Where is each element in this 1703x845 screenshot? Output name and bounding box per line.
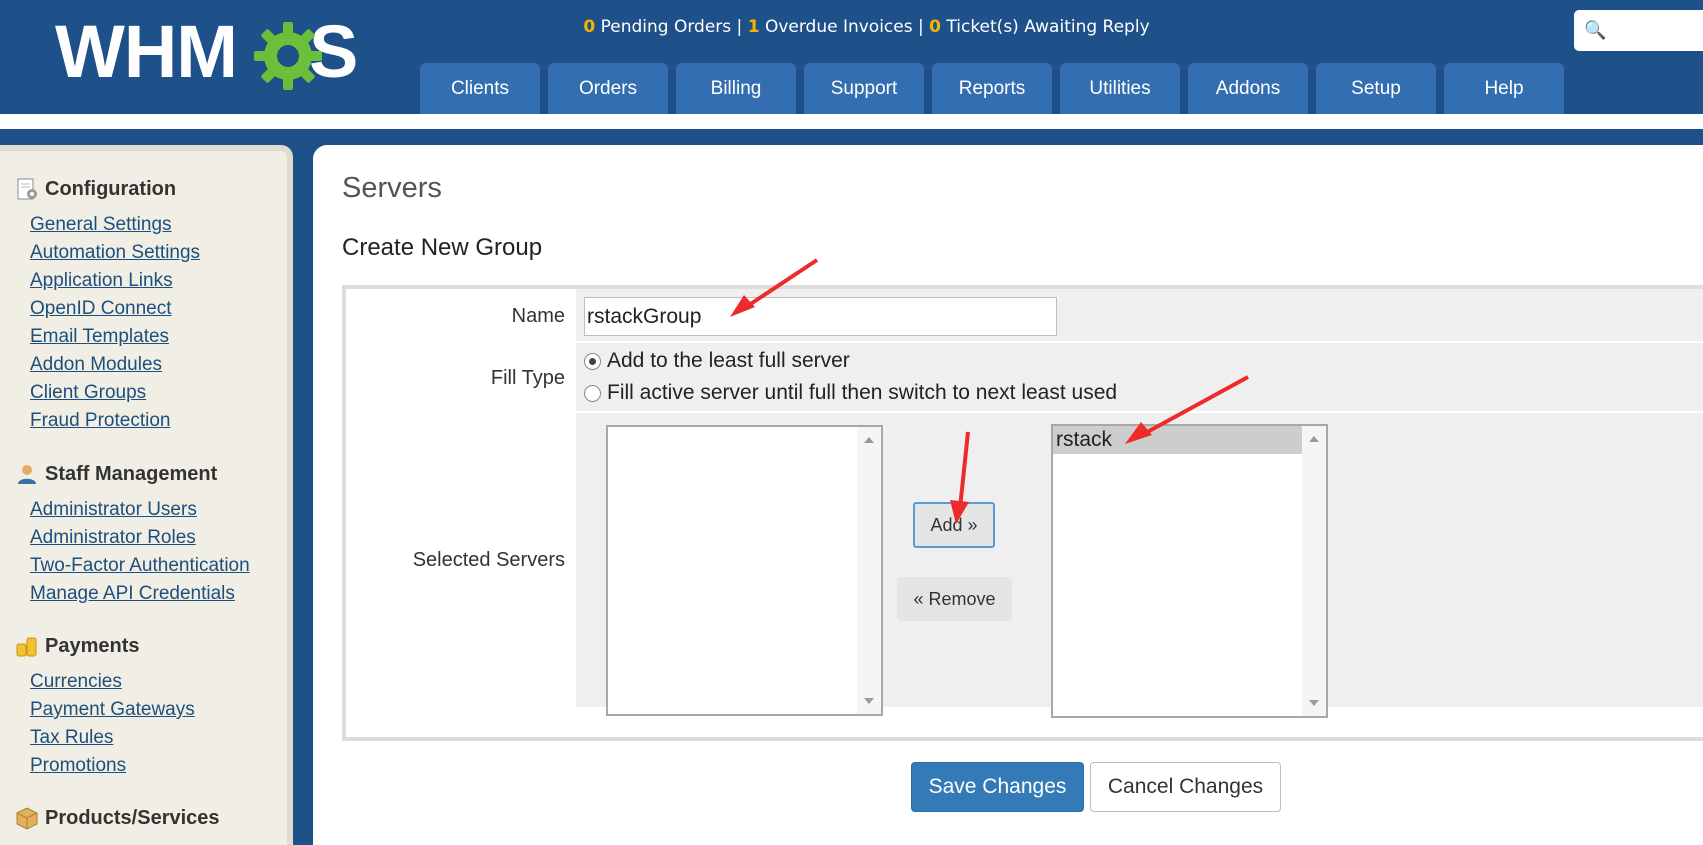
sidebar-section-staff: Staff Management Administrator Users Adm… bbox=[15, 462, 250, 608]
scroll-up-icon[interactable] bbox=[864, 437, 874, 443]
sidebar-section-products: Products/Services bbox=[15, 806, 220, 830]
nav-tab-utilities[interactable]: Utilities bbox=[1060, 63, 1180, 114]
sidebar-heading: Configuration bbox=[45, 177, 177, 200]
search-icon: 🔍 bbox=[1584, 20, 1607, 41]
form-row-selected-servers: Selected Servers Add » « Remove rstack bbox=[346, 413, 1703, 718]
sidebar-link-addon-modules[interactable]: Addon Modules bbox=[30, 351, 200, 379]
add-server-button[interactable]: Add » bbox=[913, 502, 995, 548]
sidebar-link-two-factor-auth[interactable]: Two-Factor Authentication bbox=[30, 552, 250, 580]
sidebar-link-general-settings[interactable]: General Settings bbox=[30, 211, 200, 239]
pending-orders-link[interactable]: Pending Orders bbox=[601, 17, 732, 37]
name-label: Name bbox=[511, 305, 565, 327]
top-header: WHM S 0 Pending Orders | 1 Overdue Invoic… bbox=[0, 0, 1703, 114]
sidebar-link-administrator-roles[interactable]: Administrator Roles bbox=[30, 524, 250, 552]
available-servers-list[interactable] bbox=[606, 425, 883, 716]
search-input[interactable]: 🔍 bbox=[1574, 10, 1703, 51]
page-title: Servers bbox=[342, 172, 442, 204]
status-separator: | bbox=[736, 17, 743, 37]
sidebar-link-application-links[interactable]: Application Links bbox=[30, 267, 200, 295]
header-divider bbox=[0, 114, 1703, 129]
pending-orders-count[interactable]: 0 bbox=[583, 17, 595, 37]
sidebar-link-email-templates[interactable]: Email Templates bbox=[30, 323, 200, 351]
box-icon bbox=[16, 807, 38, 830]
form-row-fill-type: Fill Type Add to the least full server F… bbox=[346, 343, 1703, 413]
remove-server-button[interactable]: « Remove bbox=[897, 577, 1012, 621]
sidebar-link-promotions[interactable]: Promotions bbox=[30, 752, 195, 780]
scrollbar[interactable] bbox=[857, 427, 881, 714]
fill-option-label: Fill active server until full then switc… bbox=[607, 381, 1118, 404]
sidebar-link-openid-connect[interactable]: OpenID Connect bbox=[30, 295, 200, 323]
sidebar-link-api-credentials[interactable]: Manage API Credentials bbox=[30, 580, 250, 608]
coins-icon bbox=[16, 637, 37, 657]
main-content: Servers Create New Group Name rstackGrou… bbox=[313, 145, 1703, 845]
sidebar-link-currencies[interactable]: Currencies bbox=[30, 668, 195, 696]
radio-button[interactable] bbox=[584, 384, 601, 402]
sidebar-heading: Staff Management bbox=[45, 462, 218, 485]
cancel-changes-button[interactable]: Cancel Changes bbox=[1090, 762, 1281, 812]
nav-tab-reports[interactable]: Reports bbox=[932, 63, 1052, 114]
sidebar: Configuration General Settings Automatio… bbox=[0, 145, 293, 845]
fill-type-label: Fill Type bbox=[490, 367, 565, 389]
nav-tab-support[interactable]: Support bbox=[804, 63, 924, 114]
nav-tab-addons[interactable]: Addons bbox=[1188, 63, 1308, 114]
scroll-up-icon[interactable] bbox=[1309, 436, 1319, 442]
radio-button-checked[interactable] bbox=[584, 352, 601, 370]
form-row-name: Name rstackGroup bbox=[346, 289, 1703, 343]
status-summary: 0 Pending Orders | 1 Overdue Invoices | … bbox=[0, 17, 1703, 37]
sidebar-link-fraud-protection[interactable]: Fraud Protection bbox=[30, 407, 200, 435]
sidebar-link-payment-gateways[interactable]: Payment Gateways bbox=[30, 696, 195, 724]
staff-icon bbox=[18, 465, 36, 484]
nav-tab-billing[interactable]: Billing bbox=[676, 63, 796, 114]
create-group-form: Name rstackGroup Fill Type Add to the le… bbox=[342, 285, 1703, 741]
sidebar-heading: Payments bbox=[45, 634, 140, 657]
scroll-down-icon[interactable] bbox=[864, 698, 874, 704]
tickets-awaiting-link[interactable]: Ticket(s) Awaiting Reply bbox=[946, 17, 1149, 37]
sidebar-link-tax-rules[interactable]: Tax Rules bbox=[30, 724, 195, 752]
nav-tab-orders[interactable]: Orders bbox=[548, 63, 668, 114]
tickets-awaiting-count[interactable]: 0 bbox=[929, 17, 941, 37]
fill-option-label: Add to the least full server bbox=[607, 349, 850, 372]
scrollbar[interactable] bbox=[1302, 426, 1326, 716]
sidebar-section-configuration: Configuration General Settings Automatio… bbox=[15, 177, 200, 435]
sidebar-section-payments: Payments Currencies Payment Gateways Tax… bbox=[15, 634, 195, 780]
selected-servers-label: Selected Servers bbox=[412, 549, 565, 571]
sidebar-link-client-groups[interactable]: Client Groups bbox=[30, 379, 200, 407]
nav-tab-clients[interactable]: Clients bbox=[420, 63, 540, 114]
save-changes-button[interactable]: Save Changes bbox=[911, 762, 1084, 812]
selected-server-option[interactable]: rstack bbox=[1053, 426, 1302, 454]
main-nav: Clients Orders Billing Support Reports U… bbox=[420, 63, 1564, 114]
nav-tab-help[interactable]: Help bbox=[1444, 63, 1564, 114]
sidebar-heading: Products/Services bbox=[45, 806, 220, 829]
fill-option-fill-active[interactable]: Fill active server until full then switc… bbox=[584, 381, 1117, 405]
fill-option-least-full[interactable]: Add to the least full server bbox=[584, 349, 850, 373]
nav-tab-setup[interactable]: Setup bbox=[1316, 63, 1436, 114]
sidebar-link-administrator-users[interactable]: Administrator Users bbox=[30, 496, 250, 524]
overdue-invoices-link[interactable]: Overdue Invoices bbox=[765, 17, 913, 37]
scroll-down-icon[interactable] bbox=[1309, 700, 1319, 706]
group-name-input[interactable]: rstackGroup bbox=[584, 297, 1057, 336]
config-icon bbox=[17, 178, 37, 200]
selected-servers-list[interactable]: rstack bbox=[1051, 424, 1328, 718]
section-title: Create New Group bbox=[342, 234, 543, 261]
sidebar-link-automation-settings[interactable]: Automation Settings bbox=[30, 239, 200, 267]
overdue-invoices-count[interactable]: 1 bbox=[748, 17, 760, 37]
status-separator: | bbox=[918, 17, 924, 37]
